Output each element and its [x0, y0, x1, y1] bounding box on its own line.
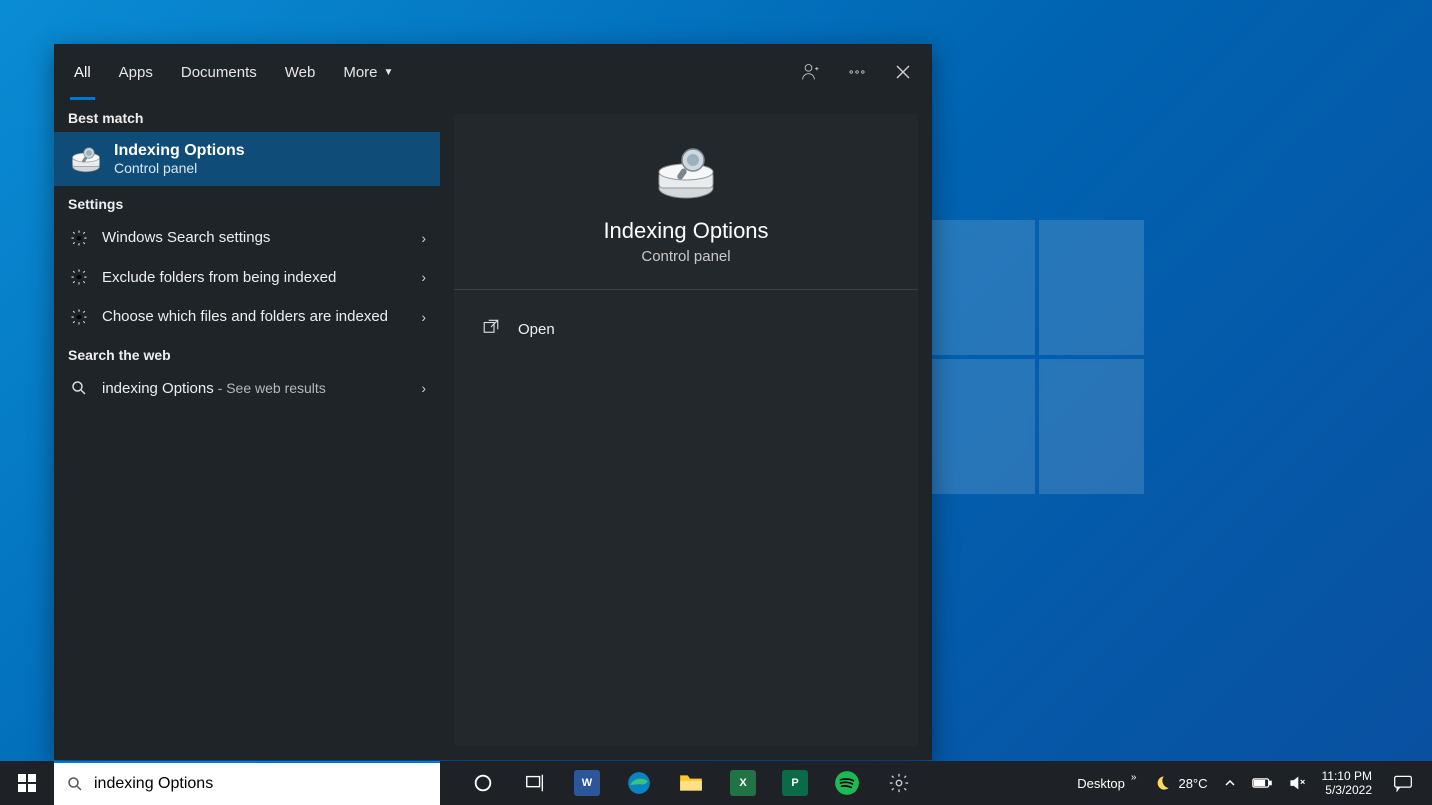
gear-icon — [68, 308, 90, 326]
edge-icon — [626, 770, 652, 796]
volume-muted-icon — [1288, 774, 1306, 792]
start-button[interactable] — [0, 761, 54, 805]
windows-logo-background — [930, 220, 1144, 494]
tray-date: 5/3/2022 — [1322, 783, 1372, 797]
gear-icon — [68, 268, 90, 286]
chevron-up-icon — [1224, 777, 1236, 789]
settings-item-label: Exclude folders from being indexed — [102, 268, 413, 288]
chevron-right-icon: › — [413, 230, 426, 246]
gear-icon — [888, 772, 910, 794]
tab-documents[interactable]: Documents — [167, 44, 271, 100]
tray-clock[interactable]: 11:10 PM 5/3/2022 — [1314, 761, 1380, 805]
tab-more-label: More — [343, 64, 377, 81]
tray-desktop-toolbar[interactable]: Desktop » — [1069, 761, 1144, 805]
detail-card: Indexing Options Control panel Open — [454, 114, 918, 746]
system-tray: Desktop » 28°C 11:10 PM 5/3/2022 — [1069, 761, 1432, 805]
search-input[interactable] — [94, 775, 428, 793]
best-match-result[interactable]: Indexing Options Control panel — [54, 132, 440, 186]
settings-item-choose-files[interactable]: Choose which files and folders are index… — [54, 297, 440, 337]
section-best-match: Best match — [54, 100, 440, 132]
settings-item-search-settings[interactable]: Windows Search settings › — [54, 218, 440, 258]
taskbar-file-explorer[interactable] — [668, 761, 714, 805]
indexing-options-icon — [651, 142, 721, 202]
folder-icon — [678, 772, 704, 794]
open-icon — [482, 318, 504, 340]
tray-weather[interactable]: 28°C — [1144, 761, 1215, 805]
taskbar-excel[interactable]: X — [720, 761, 766, 805]
word-icon: W — [574, 770, 600, 796]
publisher-icon: P — [782, 770, 808, 796]
web-search-item[interactable]: indexing Options - See web results › — [54, 369, 440, 409]
gear-icon — [68, 229, 90, 247]
task-view-icon — [524, 772, 546, 794]
account-icon[interactable] — [788, 49, 834, 95]
taskbar-search-box[interactable] — [54, 761, 440, 805]
weather-icon — [1152, 773, 1172, 793]
taskbar-cortana[interactable] — [460, 761, 506, 805]
tray-show-hidden-icons[interactable] — [1216, 761, 1244, 805]
taskbar-apps: W X P — [460, 761, 922, 805]
section-settings: Settings — [54, 186, 440, 218]
taskbar-task-view[interactable] — [512, 761, 558, 805]
search-tabs: All Apps Documents Web More ▼ — [60, 44, 407, 100]
best-match-title: Indexing Options — [114, 142, 245, 160]
section-web-search: Search the web — [54, 337, 440, 369]
tray-time: 11:10 PM — [1322, 769, 1372, 783]
detail-subtitle: Control panel — [641, 248, 730, 265]
search-icon — [66, 775, 84, 793]
taskbar-settings[interactable] — [876, 761, 922, 805]
search-panel-header: All Apps Documents Web More ▼ — [54, 44, 932, 100]
detail-header: Indexing Options Control panel — [454, 114, 918, 290]
best-match-subtitle: Control panel — [114, 160, 245, 176]
spotify-icon — [834, 770, 860, 796]
cortana-icon — [472, 772, 494, 794]
tab-all[interactable]: All — [60, 44, 105, 100]
taskbar: W X P Desktop » 28°C 11:10 PM 5/3/2022 — [0, 761, 1432, 805]
detail-actions: Open — [454, 290, 918, 368]
results-column: Best match Indexing Options Control pane… — [54, 100, 440, 760]
search-panel: All Apps Documents Web More▼ Best — [54, 44, 932, 760]
web-sub: - See web results — [214, 380, 326, 396]
close-icon[interactable] — [880, 49, 926, 95]
tray-temperature: 28°C — [1178, 776, 1207, 791]
web-search-text: indexing Options - See web results — [102, 379, 413, 399]
chevron-down-icon: ▼ — [384, 67, 394, 78]
chevron-right-icon: › — [413, 380, 426, 396]
chevron-right-icon: › — [413, 309, 426, 325]
tab-web[interactable]: Web — [271, 44, 330, 100]
tray-battery[interactable] — [1244, 761, 1280, 805]
more-options-icon[interactable] — [834, 49, 880, 95]
settings-item-label: Windows Search settings — [102, 228, 413, 248]
detail-title: Indexing Options — [603, 218, 768, 244]
detail-column: Indexing Options Control panel Open — [440, 100, 932, 760]
open-action[interactable]: Open — [454, 308, 918, 350]
chevron-right-icon: › — [413, 269, 426, 285]
desktop: All Apps Documents Web More▼ Best — [0, 0, 1432, 805]
windows-icon — [18, 774, 36, 792]
tab-more[interactable]: More ▼ — [329, 44, 407, 100]
excel-icon: X — [730, 770, 756, 796]
battery-icon — [1252, 776, 1272, 790]
search-body: Best match Indexing Options Control pane… — [54, 100, 932, 760]
notification-icon — [1393, 774, 1413, 792]
tray-desktop-label: Desktop — [1077, 776, 1125, 791]
tray-notifications[interactable] — [1380, 761, 1426, 805]
taskbar-spotify[interactable] — [824, 761, 870, 805]
indexing-options-icon — [68, 144, 104, 174]
tab-apps[interactable]: Apps — [105, 44, 167, 100]
settings-item-label: Choose which files and folders are index… — [102, 307, 413, 327]
overflow-icon: » — [1131, 772, 1137, 783]
taskbar-publisher[interactable]: P — [772, 761, 818, 805]
taskbar-edge[interactable] — [616, 761, 662, 805]
settings-item-exclude-folders[interactable]: Exclude folders from being indexed › — [54, 258, 440, 298]
taskbar-word[interactable]: W — [564, 761, 610, 805]
open-label: Open — [518, 321, 555, 338]
search-icon — [68, 379, 90, 397]
web-query: indexing Options — [102, 380, 214, 397]
tray-volume[interactable] — [1280, 761, 1314, 805]
